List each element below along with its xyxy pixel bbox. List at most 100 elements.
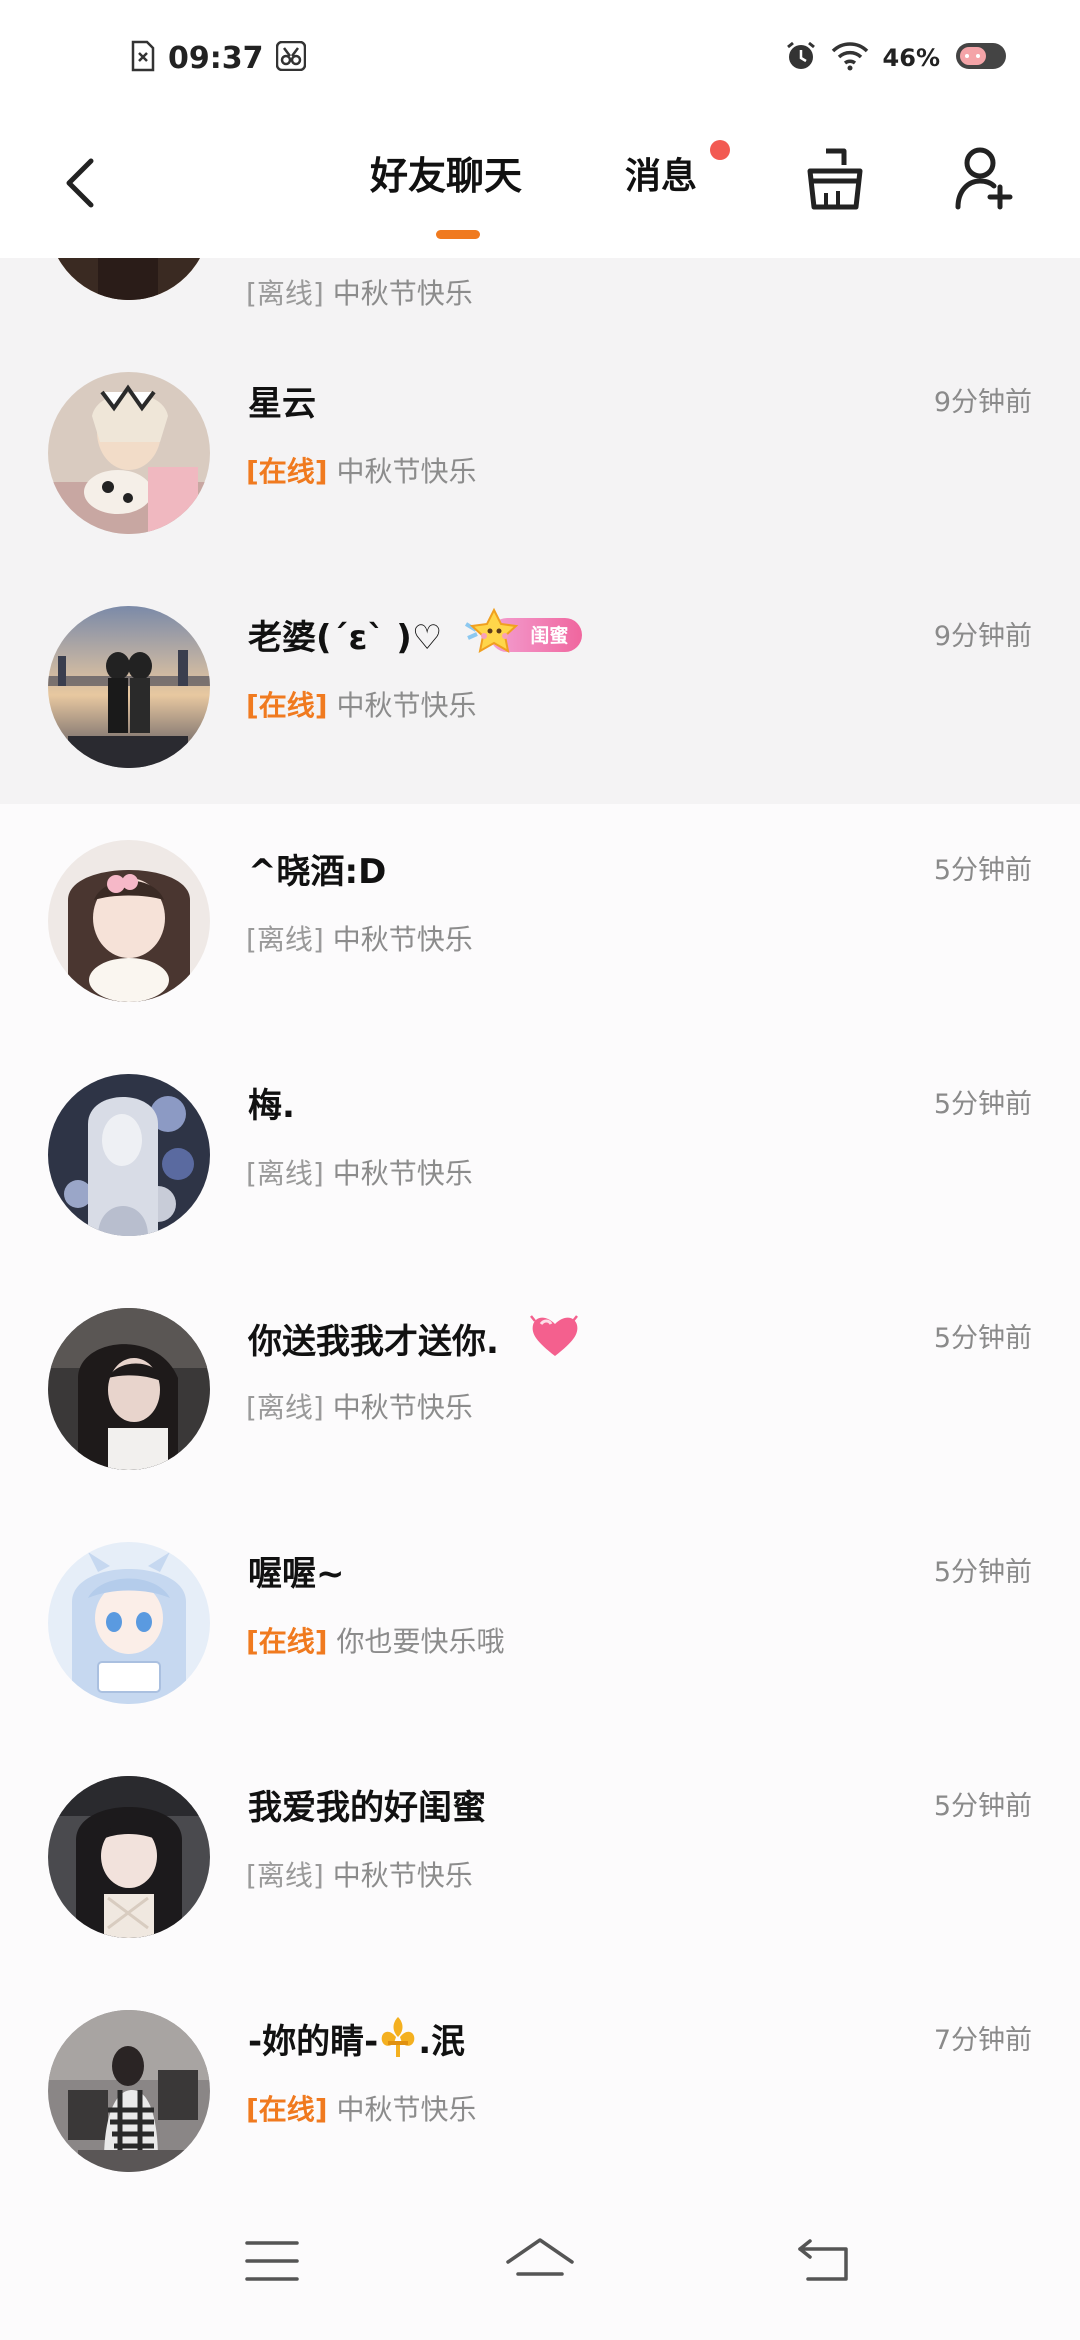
- tab-friend-chat[interactable]: 好友聊天: [370, 145, 522, 200]
- sim-icon: [130, 40, 156, 76]
- tab-indicator: [436, 230, 480, 239]
- avatar: [48, 1074, 210, 1236]
- header: 好友聊天 消息: [0, 120, 1080, 258]
- last-message: 中秋节快乐: [336, 455, 477, 488]
- star-badge-icon: [458, 604, 528, 664]
- avatar: [48, 1776, 210, 1938]
- status-bar-right: 46%: [785, 40, 1010, 76]
- chat-item[interactable]: 喔喔~ 5分钟前 [在线] 你也要快乐哦: [0, 1506, 1080, 1740]
- chat-name-line: 你送我我才送你.: [248, 1312, 581, 1364]
- chat-item[interactable]: 我爱我的好闺蜜 5分钟前 [离线] 中秋节快乐: [0, 1740, 1080, 1974]
- presence-status: [在线]: [246, 455, 328, 488]
- chat-name-line: 星云: [248, 376, 316, 425]
- menu-button[interactable]: [232, 2228, 312, 2298]
- last-message-time: 9分钟前: [933, 387, 1032, 418]
- unread-dot: [710, 140, 730, 160]
- contact-name: 老婆(´ε` )♡: [248, 618, 443, 658]
- last-message-time: 5分钟前: [933, 855, 1032, 886]
- presence-status: [在线]: [246, 2093, 328, 2126]
- avatar: [48, 372, 210, 534]
- back-button[interactable]: [50, 140, 110, 230]
- contact-name: ^晓酒:D: [248, 852, 387, 892]
- contact-name: 梅.: [248, 1086, 295, 1126]
- tab-messages[interactable]: 消息: [625, 147, 697, 199]
- chat-item[interactable]: -妳的睛- .泯 7分钟前 [在线] 中秋节快乐: [0, 1974, 1080, 2188]
- heart-sticker-icon: [529, 1312, 581, 1364]
- contact-name: 我爱我的好闺蜜: [248, 1788, 486, 1828]
- chat-item[interactable]: 你送我我才送你. 5分钟前 [离线] 中秋节快乐: [0, 1272, 1080, 1506]
- presence-status: [离线]: [246, 923, 324, 956]
- system-nav-bar: [0, 2188, 1080, 2340]
- presence-status: [离线]: [246, 1391, 324, 1424]
- avatar: [48, 258, 210, 300]
- last-message-time: 7分钟前: [933, 2025, 1032, 2056]
- home-icon: [504, 2236, 576, 2290]
- avatar: [48, 840, 210, 1002]
- chat-preview: [离线] 中秋节快乐: [246, 272, 473, 312]
- last-message: 中秋节快乐: [332, 923, 473, 956]
- last-message-time: 5分钟前: [933, 1089, 1032, 1120]
- chat-name-line: ^晓酒:D: [248, 844, 386, 893]
- add-friend-icon: [954, 145, 1016, 215]
- avatar: [48, 606, 210, 768]
- contact-name: 喔喔~: [248, 1554, 345, 1594]
- chat-item[interactable]: [离线] 中秋节快乐: [0, 258, 1080, 336]
- clear-unread-button[interactable]: [800, 135, 870, 225]
- menu-icon: [245, 2239, 299, 2287]
- clock: 09:37: [168, 40, 264, 76]
- presence-status: [离线]: [246, 1157, 324, 1190]
- notification-icon: [275, 40, 306, 75]
- chat-name-line: 梅.: [248, 1078, 295, 1127]
- back-nav-button[interactable]: [784, 2228, 864, 2298]
- back-icon: [63, 157, 97, 213]
- avatar: [48, 1542, 210, 1704]
- back-nav-icon: [796, 2239, 852, 2287]
- chat-preview: [离线] 中秋节快乐: [246, 1152, 473, 1192]
- presence-status: [离线]: [246, 277, 324, 310]
- last-message-time: 5分钟前: [933, 1791, 1032, 1822]
- last-message-time: 5分钟前: [933, 1323, 1032, 1354]
- chat-name-line: -妳的睛- .泯: [248, 2014, 465, 2063]
- add-friend-button[interactable]: [950, 135, 1020, 225]
- chat-name-line: 老婆(´ε` )♡ 闺蜜: [248, 607, 583, 659]
- contact-name: 星云: [248, 384, 316, 424]
- badge-label: 闺蜜: [530, 625, 569, 647]
- last-message-time: 5分钟前: [933, 1557, 1032, 1588]
- contact-name-suffix: .泯: [418, 2022, 466, 2062]
- last-message: 中秋节快乐: [332, 277, 473, 310]
- last-message-time: 9分钟前: [933, 621, 1032, 652]
- chat-item[interactable]: ^晓酒:D 5分钟前 [离线] 中秋节快乐: [0, 804, 1080, 1038]
- chat-name-line: 我爱我的好闺蜜: [248, 1780, 486, 1829]
- contact-name: 你送我我才送你.: [248, 1321, 499, 1362]
- chat-list[interactable]: [离线] 中秋节快乐 星云 9分钟前 [在线] 中秋节快乐 老婆(´ε` )♡: [0, 258, 1080, 2188]
- last-message: 中秋节快乐: [336, 689, 477, 722]
- chat-name-line: 喔喔~: [248, 1546, 345, 1595]
- battery-icon: [954, 40, 1010, 76]
- chat-preview: [在线] 中秋节快乐: [246, 450, 477, 490]
- last-message: 中秋节快乐: [332, 1391, 473, 1424]
- last-message: 中秋节快乐: [332, 1157, 473, 1190]
- home-button[interactable]: [500, 2228, 580, 2298]
- presence-status: [在线]: [246, 689, 328, 722]
- last-message: 中秋节快乐: [332, 1859, 473, 1892]
- chat-preview: [在线] 中秋节快乐: [246, 2088, 477, 2128]
- presence-status: [离线]: [246, 1859, 324, 1892]
- chat-item[interactable]: 梅. 5分钟前 [离线] 中秋节快乐: [0, 1038, 1080, 1272]
- chat-preview: [离线] 中秋节快乐: [246, 1854, 473, 1894]
- chat-preview: [在线] 你也要快乐哦: [246, 1620, 505, 1660]
- chat-preview: [离线] 中秋节快乐: [246, 918, 473, 958]
- fleur-de-lis-icon: [378, 2015, 418, 2063]
- broom-icon: [804, 145, 866, 215]
- last-message: 你也要快乐哦: [336, 1625, 505, 1658]
- avatar: [48, 1308, 210, 1470]
- alarm-icon: [785, 40, 817, 76]
- presence-status: [在线]: [246, 1625, 328, 1658]
- chat-item[interactable]: 星云 9分钟前 [在线] 中秋节快乐: [0, 336, 1080, 570]
- relationship-badge: 闺蜜: [465, 607, 583, 653]
- battery-percent: 46%: [882, 44, 940, 72]
- last-message: 中秋节快乐: [336, 2093, 477, 2126]
- status-bar: 09:37 46%: [0, 0, 1080, 120]
- chat-preview: [离线] 中秋节快乐: [246, 1386, 473, 1426]
- chat-item[interactable]: 老婆(´ε` )♡ 闺蜜 9分钟前 [在线] 中秋节快乐: [0, 570, 1080, 804]
- wifi-icon: [831, 41, 869, 75]
